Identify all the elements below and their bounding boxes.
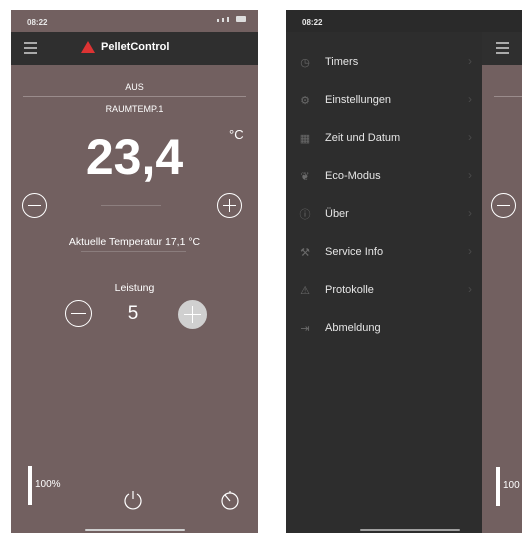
status-bar: 08:22 <box>286 10 522 32</box>
decrease-temp-button[interactable] <box>22 193 47 218</box>
logout-icon: ⇥ <box>300 323 310 335</box>
side-menu: ◷ Timers › ⚙ Einstellungen › ▦ Zeit und … <box>286 32 482 533</box>
decrease-temp-button[interactable] <box>491 193 516 218</box>
timer-icon[interactable] <box>219 489 241 511</box>
minus-circle-icon <box>27 204 42 207</box>
status-time: 08:22 <box>302 18 323 27</box>
nav-bar: PelletControl <box>11 32 258 65</box>
menu-item-eco-modus[interactable]: ❦ Eco-Modus › <box>286 158 482 196</box>
menu-item-service-info[interactable]: ⚒ Service Info › <box>286 234 482 272</box>
menu-item-zeit-und-datum[interactable]: ▦ Zeit und Datum › <box>286 120 482 158</box>
level-bar <box>28 466 32 505</box>
increase-power-button[interactable] <box>178 300 207 329</box>
peek-content: 100 <box>482 65 522 533</box>
wrench-icon: ⚒ <box>300 247 310 259</box>
hamburger-icon[interactable] <box>24 42 37 54</box>
chevron-right-icon: › <box>468 244 472 258</box>
app-logo: PelletControl <box>81 41 169 53</box>
menu-item-ueber[interactable]: ⓘ Über › <box>286 196 482 234</box>
divider <box>23 96 246 97</box>
unit-label: °C <box>229 127 244 142</box>
status-bar: 08:22 <box>11 10 258 32</box>
power-label: Leistung <box>114 282 155 294</box>
clock-icon: ◷ <box>300 57 310 69</box>
warning-icon: ⚠ <box>300 285 310 297</box>
home-indicator <box>85 529 185 531</box>
divider <box>494 96 522 97</box>
home-indicator <box>360 529 460 531</box>
peek-navbar <box>482 32 522 65</box>
chevron-right-icon: › <box>468 54 472 68</box>
info-icon: ⓘ <box>299 209 311 221</box>
menu-item-einstellungen[interactable]: ⚙ Einstellungen › <box>286 82 482 120</box>
plus-circle-icon <box>191 306 194 323</box>
decrease-power-button[interactable] <box>65 300 92 327</box>
increase-temp-button[interactable] <box>217 193 242 218</box>
level-percent: 100% <box>35 479 61 490</box>
menu-item-abmeldung[interactable]: ⇥ Abmeldung <box>286 310 482 348</box>
plus-circle-icon <box>228 198 231 213</box>
current-temp-label: Aktuelle Temperatur 17,1 °C <box>68 236 201 248</box>
minus-circle-icon <box>71 312 86 315</box>
level-percent: 100 <box>503 480 520 491</box>
calendar-icon: ▦ <box>299 133 311 145</box>
leaf-icon: ❦ <box>300 171 310 183</box>
menu-item-protokolle[interactable]: ⚠ Protokolle › <box>286 272 482 310</box>
logo-icon <box>81 41 95 53</box>
chevron-right-icon: › <box>468 168 472 182</box>
state-label: AUS <box>125 82 144 92</box>
level-bar <box>496 467 500 506</box>
chevron-right-icon: › <box>468 92 472 106</box>
room-label: RAUMTEMP.1 <box>105 104 164 114</box>
signal-icon <box>217 16 246 22</box>
thermostat-screen: 08:22 PelletControl AUS RAUMTEMP.1 23,4 … <box>11 10 258 533</box>
gear-icon: ⚙ <box>300 95 310 107</box>
chevron-right-icon: › <box>468 130 472 144</box>
chevron-right-icon: › <box>468 206 472 220</box>
brand-name: PelletControl <box>101 41 170 53</box>
minus-circle-icon <box>496 204 511 207</box>
menu-item-timers[interactable]: ◷ Timers › <box>286 44 482 82</box>
power-value: 5 <box>127 303 139 324</box>
power-icon[interactable] <box>123 489 143 511</box>
chevron-right-icon: › <box>468 282 472 296</box>
divider <box>81 251 186 252</box>
menu-screen: 08:22 100 ◷ Timers › ⚙ Einstellungen › ▦… <box>286 10 522 533</box>
status-time: 08:22 <box>27 18 48 27</box>
setpoint-value: 23,4 <box>85 129 184 185</box>
slider-track <box>101 205 161 206</box>
hamburger-icon[interactable] <box>496 42 509 54</box>
